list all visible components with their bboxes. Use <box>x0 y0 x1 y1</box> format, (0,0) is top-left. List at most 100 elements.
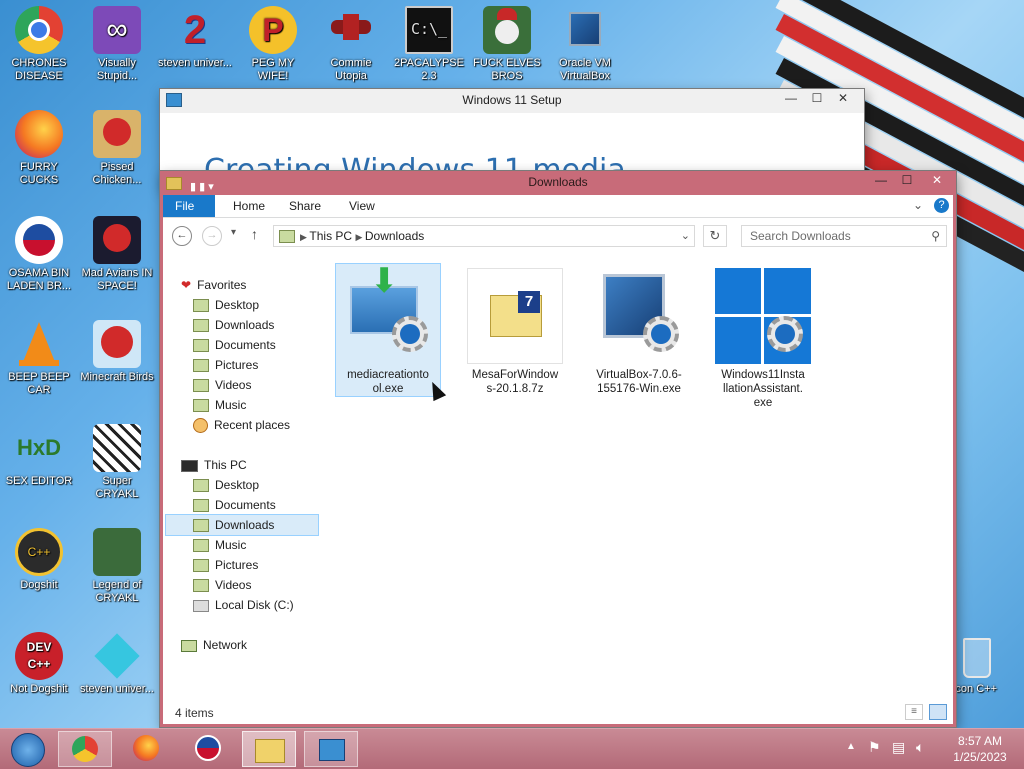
volume-icon[interactable]: 🔈︎ <box>916 739 924 756</box>
nav-label: Pictures <box>215 358 259 372</box>
close-button[interactable]: ✕ <box>830 89 856 109</box>
address-bar[interactable]: ▶ This PC ▶ Downloads ⌄ <box>273 225 695 247</box>
desktop-icon-hxd[interactable]: HxD SEX EDITOR <box>2 424 76 488</box>
nav-this-pc[interactable]: This PC <box>181 455 247 475</box>
desktop-icon-virtualbox[interactable]: Oracle VM VirtualBox <box>548 6 622 83</box>
desktop-icon-firefox[interactable]: FURRY CUCKS <box>2 110 76 187</box>
desktop-icon-fuck-elves-bros[interactable]: FUCK ELVES BROS <box>470 6 544 83</box>
nav-pc-pictures[interactable]: Pictures <box>193 555 258 575</box>
desktop-icon-legend-of-cryakl[interactable]: Legend of CRYAKL <box>80 528 154 605</box>
tab-view[interactable]: View <box>337 195 387 217</box>
nav-network[interactable]: Network <box>181 635 247 655</box>
desktop-icon-commie-utopia[interactable]: Commie Utopia <box>314 6 388 83</box>
nav-pc-documents[interactable]: Documents <box>193 495 276 515</box>
file-item-mediacreationtool[interactable]: ⬇ mediacreationto ol.exe <box>335 263 441 397</box>
nav-fav-videos[interactable]: Videos <box>193 375 251 395</box>
desktop-icon-steven-universe[interactable]: 2 steven univer... <box>158 6 232 70</box>
taskbar-firefox[interactable] <box>120 731 174 767</box>
desktop-icon-label: icon C++ <box>952 683 998 695</box>
explorer-window[interactable]: ▮ ▮ ▾ Downloads — ☐ ✕ File Home Share Vi… <box>160 171 956 727</box>
diamond-icon <box>93 632 141 680</box>
desktop-icon-label: Dogshit <box>20 579 58 591</box>
file-name: MesaForWindow <box>471 369 559 381</box>
7zip-archive-icon: 7 <box>467 268 563 364</box>
details-view-button[interactable]: ≡ <box>905 704 923 720</box>
desktop-icon-steven-universe-2[interactable]: steven univer... <box>80 632 154 696</box>
clock[interactable]: 8:57 AM 1/25/2023 <box>946 733 1014 765</box>
network-tray-icon[interactable]: ▤ <box>892 739 905 756</box>
taskbar-file-explorer[interactable] <box>242 731 296 767</box>
explorer-body: File Home Share View ⌄ ? ← → ▾ ↑ ▶ This … <box>163 195 953 724</box>
search-input[interactable]: Search Downloads <box>750 226 851 246</box>
desktop-icon-label: steven univer... <box>158 57 232 69</box>
nav-fav-music[interactable]: Music <box>193 395 246 415</box>
nav-label: Videos <box>215 378 252 392</box>
chrome-icon <box>72 736 98 762</box>
taskbar-win11-setup[interactable] <box>304 731 358 767</box>
setup-titlebar[interactable]: Windows 11 Setup — ☐ ✕ <box>160 89 864 113</box>
desktop-icon-peg-my-wife[interactable]: P PEG MY WIFE! <box>236 6 310 83</box>
close-button[interactable]: ✕ <box>922 171 952 191</box>
address-dropdown-icon[interactable]: ⌄ <box>681 226 690 246</box>
large-icons-view-button[interactable] <box>929 704 947 720</box>
ribbon-expand-icon[interactable]: ⌄ <box>913 198 923 212</box>
recent-locations-icon[interactable]: ▾ <box>231 227 236 238</box>
maximize-button[interactable]: ☐ <box>894 171 920 191</box>
desktop-icon-2pacalypse[interactable]: C:\_ 2PACALYPSE 2.3 <box>392 6 466 83</box>
desktop-icon-not-dogshit[interactable]: DEV C++ Not Dogshit <box>2 632 76 696</box>
desktop-icon-pissed-chicken[interactable]: Pissed Chicken... <box>80 110 154 187</box>
tab-share[interactable]: Share <box>277 195 333 217</box>
nav-pc-downloads[interactable]: Downloads <box>165 514 319 536</box>
refresh-button[interactable]: ↻ <box>703 225 727 247</box>
breadcrumb-downloads[interactable]: Downloads <box>365 229 424 243</box>
taskbar-osama[interactable] <box>182 731 236 767</box>
tab-file[interactable]: File <box>163 195 215 217</box>
downloads-folder-icon <box>193 519 209 533</box>
angry-bird-seasons-icon <box>93 110 141 158</box>
start-button[interactable] <box>2 731 56 767</box>
window-title: Windows 11 Setup <box>462 93 562 107</box>
desktop-icon-super-cryakl[interactable]: Super CRYAKL <box>80 424 154 501</box>
nav-fav-desktop[interactable]: Desktop <box>193 295 259 315</box>
action-center-flag-icon[interactable]: ⚑ <box>868 739 881 756</box>
desktop-icon-dogshit[interactable]: C++ Dogshit <box>2 528 76 592</box>
desktop-icon-chrome[interactable]: CHRONES DISEASE <box>2 6 76 83</box>
nav-pc-local-disk[interactable]: Local Disk (C:) <box>193 595 294 615</box>
desktop-icon-label: steven univer... <box>80 683 154 695</box>
maximize-button[interactable]: ☐ <box>804 89 830 109</box>
minimize-button[interactable]: — <box>778 89 804 109</box>
back-button[interactable]: ← <box>172 226 192 246</box>
desktop-icon-minecraft-birds[interactable]: Minecraft Birds <box>80 320 154 384</box>
nav-fav-downloads[interactable]: Downloads <box>193 315 274 335</box>
help-icon[interactable]: ? <box>934 198 949 213</box>
file-item-mesa[interactable]: 7 MesaForWindow s-20.1.8.7z <box>463 268 567 396</box>
nav-pc-desktop[interactable]: Desktop <box>193 475 259 495</box>
desktop-icon-beep-beep-car[interactable]: BEEP BEEP CAR <box>2 320 76 397</box>
search-box[interactable]: Search Downloads ⚲ <box>741 225 947 247</box>
forward-button[interactable]: → <box>202 226 222 246</box>
obama-logo-icon <box>195 735 221 761</box>
ribbon-tabs: File Home Share View ⌄ ? <box>163 195 953 218</box>
desktop-icon-label: BEEP BEEP CAR <box>8 371 70 396</box>
virtualbox-cube-icon <box>561 6 609 54</box>
desktop-icon-visual-studio[interactable]: ∞ Visually Stupid... <box>80 6 154 83</box>
nav-fav-recent-places[interactable]: Recent places <box>193 415 290 435</box>
nav-pc-music[interactable]: Music <box>193 535 246 555</box>
tab-home[interactable]: Home <box>221 195 277 217</box>
file-item-virtualbox[interactable]: VirtualBox-7.0.6- 155176-Win.exe <box>587 268 691 396</box>
up-button[interactable]: ↑ <box>251 226 258 242</box>
folder-icon <box>255 739 285 763</box>
taskbar-chrome[interactable] <box>58 731 112 767</box>
minimize-button[interactable]: — <box>868 171 894 191</box>
desktop-icon-osama[interactable]: OSAMA BIN LADEN BR... <box>2 216 76 293</box>
nav-fav-documents[interactable]: Documents <box>193 335 276 355</box>
show-hidden-icons-icon[interactable]: ▲ <box>846 741 856 752</box>
breadcrumb-this-pc[interactable]: This PC <box>309 229 352 243</box>
desktop-icon-mad-avians[interactable]: Mad Avians IN SPACE! <box>80 216 154 293</box>
desktop-icon-label: Not Dogshit <box>10 683 68 695</box>
nav-favorites[interactable]: ❤ Favorites <box>181 275 246 295</box>
nav-pc-videos[interactable]: Videos <box>193 575 251 595</box>
explorer-titlebar[interactable]: ▮ ▮ ▾ Downloads — ☐ ✕ <box>160 171 956 195</box>
nav-fav-pictures[interactable]: Pictures <box>193 355 258 375</box>
file-item-win11-assistant[interactable]: Windows11Insta llationAssistant. exe <box>711 268 815 410</box>
